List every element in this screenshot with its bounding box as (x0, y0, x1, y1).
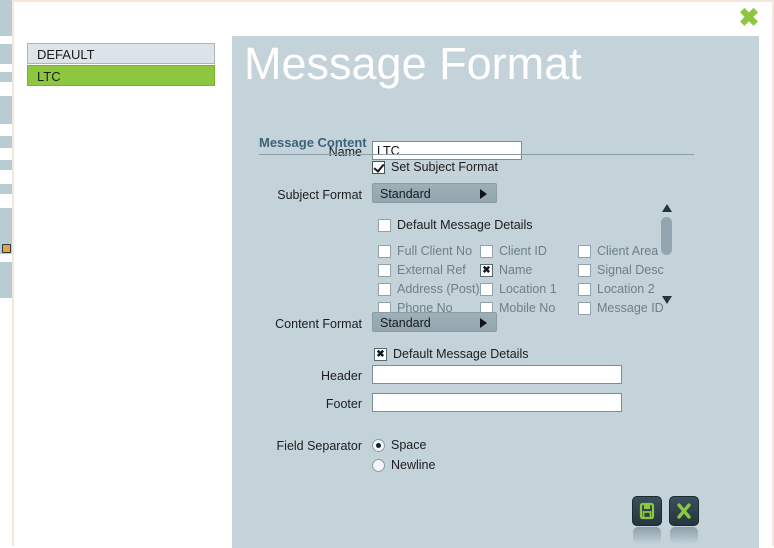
detail-checkbox[interactable] (578, 244, 591, 258)
chevron-right-icon (480, 189, 487, 199)
detail-checkbox-row[interactable]: Location 1 (480, 282, 557, 296)
detail-label: Mobile No (499, 301, 556, 315)
detail-grid-scrollbar[interactable] (660, 204, 674, 304)
section-heading: Message Content (259, 135, 367, 150)
field-separator-space-row[interactable]: Space (372, 438, 426, 452)
detail-checkbox-row[interactable]: ✖ Name (480, 263, 532, 277)
scrollbar-thumb[interactable] (661, 217, 672, 255)
detail-label: External Ref (397, 263, 466, 277)
detail-checkbox[interactable] (378, 282, 391, 296)
detail-checkbox[interactable] (578, 301, 591, 315)
save-button-reflection (633, 527, 661, 544)
list-item-label: DEFAULT (37, 47, 95, 62)
detail-label: Name (499, 263, 533, 277)
field-separator-newline-row[interactable]: Newline (372, 458, 435, 472)
detail-label: Message ID (597, 301, 664, 315)
format-list-panel: DEFAULT LTC (14, 36, 232, 548)
action-buttons (632, 496, 699, 544)
content-format-dropdown[interactable]: Standard (372, 312, 497, 332)
message-format-dialog: ✖ DEFAULT LTC Message Format Name Messag… (12, 0, 774, 548)
footer-label: Footer (325, 397, 362, 411)
list-item[interactable]: DEFAULT (27, 43, 215, 64)
header-label: Header (321, 369, 362, 383)
underlying-page-sliver (0, 0, 12, 546)
detail-label: Signal Desc (597, 263, 664, 277)
name-input[interactable] (372, 141, 522, 160)
radio-newline[interactable] (372, 458, 385, 472)
content-default-details-row[interactable]: ✖ Default Message Details (374, 347, 528, 361)
detail-checkbox-row[interactable]: Signal Desc (578, 263, 664, 277)
scroll-down-icon[interactable] (662, 296, 672, 304)
detail-fields-grid: Full Client No Client ID Client Area Ext… (372, 216, 682, 315)
cancel-button-reflection (670, 527, 698, 544)
set-subject-format-checkbox[interactable] (372, 160, 385, 174)
close-icon[interactable]: ✖ (737, 6, 761, 31)
dialog-header: ✖ (14, 2, 772, 36)
footer-input[interactable] (372, 393, 622, 412)
content-default-details-label: Default Message Details (393, 347, 529, 361)
detail-checkbox-row[interactable]: External Ref (378, 263, 466, 277)
cancel-x-icon (677, 503, 691, 519)
detail-checkbox-row[interactable]: Location 2 (578, 282, 655, 296)
detail-checkbox[interactable] (480, 244, 493, 258)
cancel-button[interactable] (669, 496, 699, 544)
detail-checkbox[interactable] (578, 282, 591, 296)
detail-checkbox-row[interactable]: Address (Post) (378, 282, 480, 296)
detail-checkbox[interactable] (578, 263, 591, 277)
subject-format-label: Subject Format (277, 188, 362, 202)
radio-space-label: Space (391, 438, 427, 452)
detail-label: Address (Post) (397, 282, 480, 296)
content-default-details-checkbox[interactable]: ✖ (374, 347, 387, 361)
detail-label: Location 2 (597, 282, 655, 296)
detail-checkbox[interactable] (378, 263, 391, 277)
detail-label: Full Client No (397, 244, 473, 258)
save-button[interactable] (632, 496, 662, 544)
detail-checkbox[interactable]: ✖ (480, 263, 493, 277)
page-title: Message Format (244, 38, 582, 89)
set-subject-format-label: Set Subject Format (391, 160, 498, 174)
field-separator-label: Field Separator (276, 439, 362, 453)
save-floppy-icon (639, 502, 655, 520)
detail-checkbox-row[interactable]: Message ID (578, 301, 664, 315)
detail-label: Location 1 (499, 282, 557, 296)
detail-checkbox-row[interactable]: Client ID (480, 244, 547, 258)
chevron-right-icon (480, 318, 487, 328)
detail-label: Client Area (597, 244, 659, 258)
detail-checkbox[interactable] (480, 282, 493, 296)
subject-format-value: Standard (380, 187, 431, 201)
radio-space[interactable] (372, 438, 385, 452)
scroll-up-icon[interactable] (662, 204, 672, 212)
detail-label: Client ID (499, 244, 547, 258)
list-item-label: LTC (37, 69, 61, 84)
radio-newline-label: Newline (391, 458, 436, 472)
content-format-label: Content Format (275, 317, 362, 331)
detail-checkbox-row[interactable]: Full Client No (378, 244, 472, 258)
header-input[interactable] (372, 365, 622, 384)
detail-checkbox[interactable] (378, 244, 391, 258)
set-subject-format-row[interactable]: Set Subject Format (372, 160, 498, 174)
detail-checkbox-row[interactable]: Client Area (578, 244, 658, 258)
subject-format-dropdown[interactable]: Standard (372, 183, 497, 203)
message-format-form: Message Format Name Message Content Set … (232, 36, 759, 548)
content-format-value: Standard (380, 316, 431, 330)
list-item[interactable]: LTC (27, 65, 215, 86)
section-divider (259, 154, 694, 155)
